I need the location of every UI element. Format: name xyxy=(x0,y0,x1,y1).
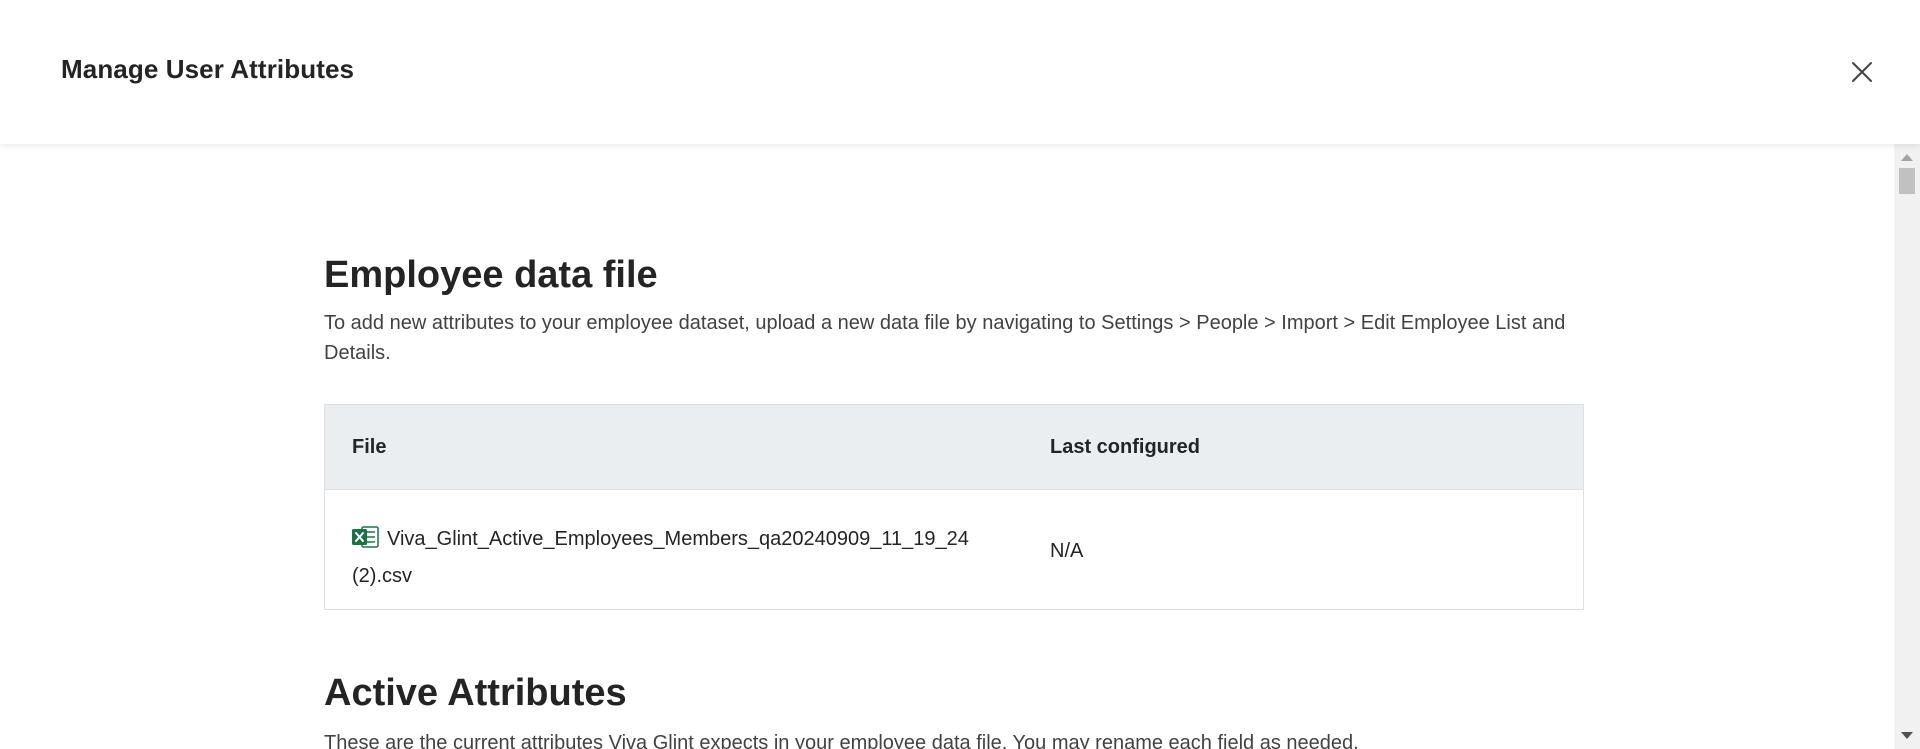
active-attributes-heading: Active Attributes xyxy=(324,672,627,714)
dialog-header: Manage User Attributes xyxy=(0,0,1920,144)
scroll-down-arrow-icon[interactable] xyxy=(1901,732,1913,739)
close-icon[interactable] xyxy=(1851,61,1873,83)
column-header-last-configured: Last configured xyxy=(1050,436,1201,458)
excel-file-icon xyxy=(352,525,379,559)
employee-data-heading: Employee data file xyxy=(324,254,658,296)
employee-data-description: To add new attributes to your employee d… xyxy=(324,312,1566,364)
close-button[interactable] xyxy=(1846,56,1878,88)
last-configured-value: N/A xyxy=(1050,540,1084,562)
table-header: File Last configured xyxy=(325,405,1583,490)
file-cell: Viva_Glint_Active_Employees_Members_qa20… xyxy=(352,522,992,593)
vertical-scrollbar[interactable] xyxy=(1894,144,1920,749)
scroll-up-arrow-icon[interactable] xyxy=(1901,154,1913,161)
table-row: Viva_Glint_Active_Employees_Members_qa20… xyxy=(325,490,1583,609)
column-header-file: File xyxy=(352,436,387,458)
dialog-content: Employee data file To add new attributes… xyxy=(0,144,1894,749)
scroll-thumb[interactable] xyxy=(1899,168,1915,194)
dialog-title: Manage User Attributes xyxy=(61,54,355,84)
employee-data-table: File Last configured Viva_Glint_Active_E… xyxy=(324,404,1584,610)
file-name: Viva_Glint_Active_Employees_Members_qa20… xyxy=(352,528,969,587)
active-attributes-description: These are the current attributes Viva Gl… xyxy=(324,732,1359,749)
